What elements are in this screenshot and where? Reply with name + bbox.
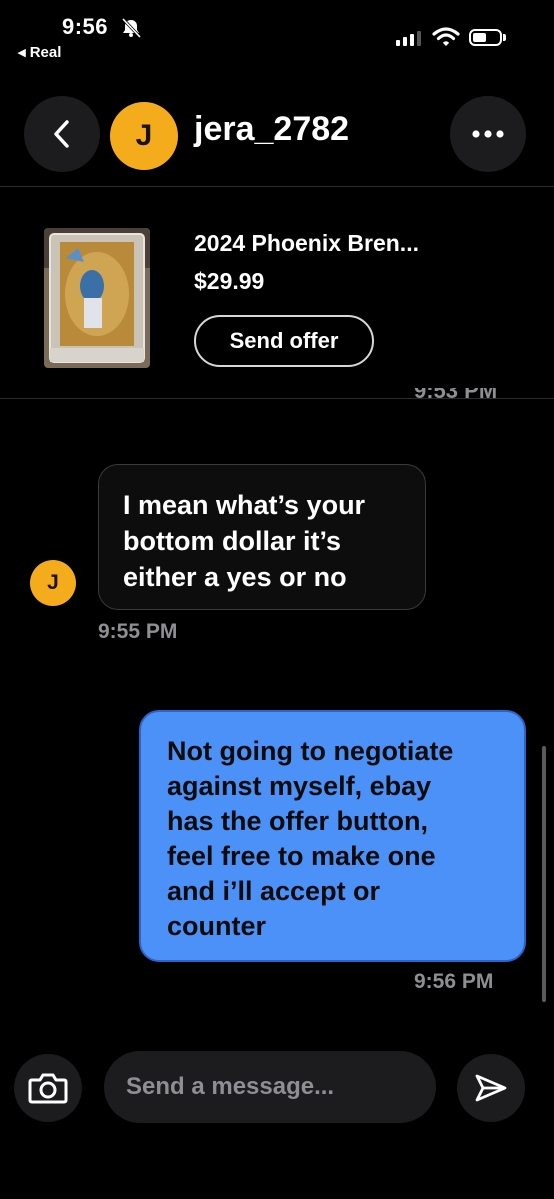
- message-line: bottom dollar it’s: [123, 526, 341, 556]
- incoming-message-bubble[interactable]: I mean what’s your bottom dollar it’s ei…: [98, 464, 426, 610]
- message-line: Not going to negotiate: [167, 736, 454, 766]
- back-to-app-link[interactable]: ◂ Real: [18, 43, 61, 61]
- listing-thumbnail[interactable]: [44, 228, 150, 368]
- scrollbar[interactable]: [542, 746, 546, 1002]
- outgoing-message-bubble[interactable]: Not going to negotiate against myself, e…: [139, 710, 526, 962]
- back-button[interactable]: [24, 96, 100, 172]
- header-divider: [0, 186, 554, 187]
- wifi-icon: [432, 26, 460, 53]
- more-options-button[interactable]: [450, 96, 526, 172]
- send-button[interactable]: [457, 1054, 525, 1122]
- avatar[interactable]: J: [110, 102, 178, 170]
- listing-price: $29.99: [194, 268, 265, 294]
- send-icon: [475, 1074, 507, 1102]
- message-line: counter: [167, 911, 267, 941]
- send-offer-button[interactable]: Send offer: [194, 315, 374, 367]
- message-line: has the offer button,: [167, 806, 428, 836]
- message-timestamp: 9:55 PM: [98, 620, 178, 643]
- listing-title[interactable]: 2024 Phoenix Bren...: [194, 230, 419, 257]
- message-line: against myself, ebay: [167, 771, 432, 801]
- more-horizontal-icon: [472, 130, 504, 138]
- bell-slash-icon: [120, 17, 142, 43]
- sender-avatar[interactable]: J: [30, 560, 76, 606]
- message-line: either a yes or no: [123, 562, 347, 592]
- message-timestamp: 9:53 PM: [414, 388, 498, 403]
- camera-icon: [28, 1073, 68, 1104]
- battery-icon: [469, 29, 502, 46]
- status-time: 9:56: [62, 14, 109, 39]
- message-timestamp: 9:56 PM: [414, 970, 494, 993]
- message-line: and i’ll accept or: [167, 876, 381, 906]
- camera-button[interactable]: [14, 1054, 82, 1122]
- message-line: feel free to make one: [167, 841, 436, 871]
- chevron-left-icon: [54, 120, 69, 148]
- message-input[interactable]: [104, 1051, 436, 1123]
- message-line: I mean what’s your: [123, 490, 366, 520]
- username[interactable]: jera_2782: [194, 110, 349, 149]
- signal-icon: [396, 31, 421, 46]
- battery-tip: [503, 34, 506, 41]
